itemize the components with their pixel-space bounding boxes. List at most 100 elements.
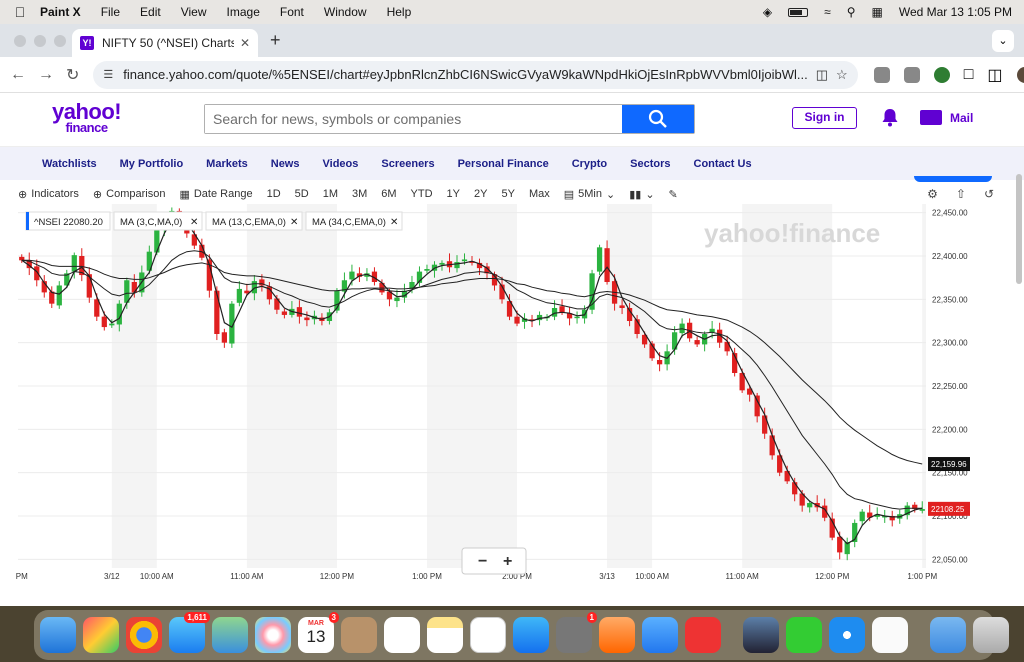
music-app-icon[interactable]: [685, 617, 721, 653]
menu-edit[interactable]: Edit: [140, 5, 161, 19]
wifi-icon[interactable]: ≈: [824, 5, 831, 19]
candle-body: [559, 306, 565, 313]
safari-icon[interactable]: [829, 617, 865, 653]
remove-indicator-icon[interactable]: ✕: [390, 217, 398, 228]
bookmark-star-icon[interactable]: ☆: [836, 67, 848, 83]
trash-icon[interactable]: [973, 617, 1009, 653]
menu-window[interactable]: Window: [324, 5, 367, 19]
search-input[interactable]: [205, 105, 622, 133]
tab-bar: Y! NIFTY 50 (^NSEI) Charts, Dat ✕ + ⌄: [0, 24, 1024, 57]
site-settings-icon[interactable]: ☰: [103, 68, 113, 81]
forward-arrow-icon[interactable]: →: [38, 66, 54, 84]
chrome-icon[interactable]: [126, 617, 162, 653]
close-tab-icon[interactable]: ✕: [240, 36, 250, 50]
remove-indicator-icon[interactable]: ✕: [290, 217, 298, 228]
search-button[interactable]: [622, 105, 694, 133]
preview-icon[interactable]: [743, 617, 779, 653]
photos-icon[interactable]: [255, 617, 291, 653]
battery-icon[interactable]: [788, 7, 809, 17]
watermark: yahoo!finance: [704, 218, 880, 248]
address-bar[interactable]: ☰ finance.yahoo.com/quote/%5ENSEI/chart#…: [93, 60, 858, 89]
nav-sectors[interactable]: Sectors: [630, 158, 670, 170]
yahoo-favicon-icon: Y!: [80, 36, 94, 50]
yahoo-finance-logo[interactable]: yahoo! finance: [52, 101, 122, 135]
y-tick-label: 22,450.00: [932, 209, 968, 218]
nav-personal-finance[interactable]: Personal Finance: [458, 158, 549, 170]
extensions-area: □ ◫ ⋮: [873, 65, 1024, 85]
candle-body: [837, 536, 843, 553]
menu-image[interactable]: Image: [227, 5, 260, 19]
extension-icon[interactable]: [903, 66, 920, 83]
nav-news[interactable]: News: [271, 158, 300, 170]
nav-markets[interactable]: Markets: [206, 158, 248, 170]
tab-search-chevron-icon[interactable]: ⌄: [992, 30, 1014, 52]
system-settings-icon[interactable]: 1: [556, 612, 597, 653]
candle-body: [807, 503, 813, 508]
price-tag-label: 22108.25: [931, 505, 965, 514]
launchpad-icon[interactable]: [83, 617, 119, 653]
notes-icon[interactable]: [427, 617, 463, 653]
new-tab-button[interactable]: +: [270, 30, 281, 51]
menubar-clock[interactable]: Wed Mar 13 1:05 PM: [899, 5, 1012, 19]
side-panel-icon[interactable]: ◫: [987, 65, 1002, 85]
keynote-icon[interactable]: [642, 617, 678, 653]
back-arrow-icon[interactable]: ←: [10, 66, 26, 84]
chart-svg[interactable]: 22,050.0022,100.0022,150.0022,200.0022,2…: [0, 184, 1024, 582]
desktop-background: 1,611 MAR 13 3 1: [0, 606, 1024, 662]
downloads-folder-icon[interactable]: [930, 617, 966, 653]
candle-body: [656, 360, 663, 365]
candle-body: [439, 262, 445, 265]
nav-contact-us[interactable]: Contact Us: [694, 158, 752, 170]
pages-icon[interactable]: [599, 617, 635, 653]
app-store-icon[interactable]: [513, 617, 549, 653]
sign-in-button[interactable]: Sign in: [792, 107, 857, 129]
close-window-button[interactable]: [14, 35, 26, 47]
zoom-out-button[interactable]: −: [478, 553, 487, 570]
maps-icon[interactable]: [212, 617, 248, 653]
profile-avatar[interactable]: [1016, 66, 1024, 83]
menu-font[interactable]: Font: [280, 5, 304, 19]
reload-icon[interactable]: ↻: [66, 65, 79, 85]
nav-screeners[interactable]: Screeners: [381, 158, 434, 170]
stock-chart[interactable]: 22,050.00 22,100.00 22,150.00 22,200.00 22,2…: [0, 184, 1024, 582]
control-center-icon[interactable]: ▦: [871, 5, 882, 19]
extension-icon[interactable]: [873, 66, 890, 83]
facetime-icon[interactable]: [786, 617, 822, 653]
menu-help[interactable]: Help: [387, 5, 412, 19]
textedit-icon[interactable]: [872, 617, 908, 653]
finder-icon[interactable]: [40, 617, 76, 653]
candle-body: [236, 288, 242, 303]
menu-view[interactable]: View: [181, 5, 207, 19]
puzzle-extensions-icon[interactable]: □: [964, 66, 974, 84]
browser-tab[interactable]: Y! NIFTY 50 (^NSEI) Charts, Dat ✕: [72, 29, 258, 57]
nav-watchlists[interactable]: Watchlists: [42, 158, 97, 170]
mail-app-icon[interactable]: 1,611: [169, 612, 210, 653]
mail-link[interactable]: Mail: [920, 110, 973, 125]
indicator-label: MA (3,C,MA,0): [120, 217, 182, 228]
app-menu[interactable]: Paint X: [40, 5, 81, 19]
spotlight-search-icon[interactable]: ⚲: [847, 5, 856, 19]
contacts-icon[interactable]: [341, 617, 377, 653]
zoom-window-button[interactable]: [54, 35, 66, 47]
candle-body: [754, 395, 760, 417]
x-tick-label: 1:00 PM: [907, 572, 937, 581]
zoom-in-button[interactable]: +: [503, 553, 512, 570]
calendar-icon[interactable]: MAR 13 3: [298, 612, 339, 653]
apple-menu-icon[interactable]: : [0, 4, 40, 20]
reminders-icon[interactable]: [384, 617, 420, 653]
grammarly-extension-icon[interactable]: [933, 66, 950, 83]
creative-cloud-icon[interactable]: ◈: [763, 5, 772, 19]
price-tag-label: 22,159.96: [931, 460, 967, 469]
nav-videos[interactable]: Videos: [323, 158, 359, 170]
freeform-icon[interactable]: [470, 617, 506, 653]
menu-file[interactable]: File: [101, 5, 120, 19]
nav-crypto[interactable]: Crypto: [572, 158, 607, 170]
remove-indicator-icon[interactable]: ✕: [190, 217, 198, 228]
candle-body: [109, 323, 115, 326]
minimize-window-button[interactable]: [34, 35, 46, 47]
url-text[interactable]: finance.yahoo.com/quote/%5ENSEI/chart#ey…: [123, 67, 807, 82]
nav-my-portfolio[interactable]: My Portfolio: [120, 158, 184, 170]
notifications-bell-icon[interactable]: [880, 107, 900, 132]
x-tick-label: 10:00 AM: [635, 572, 669, 581]
install-app-icon[interactable]: ◫: [816, 67, 828, 83]
